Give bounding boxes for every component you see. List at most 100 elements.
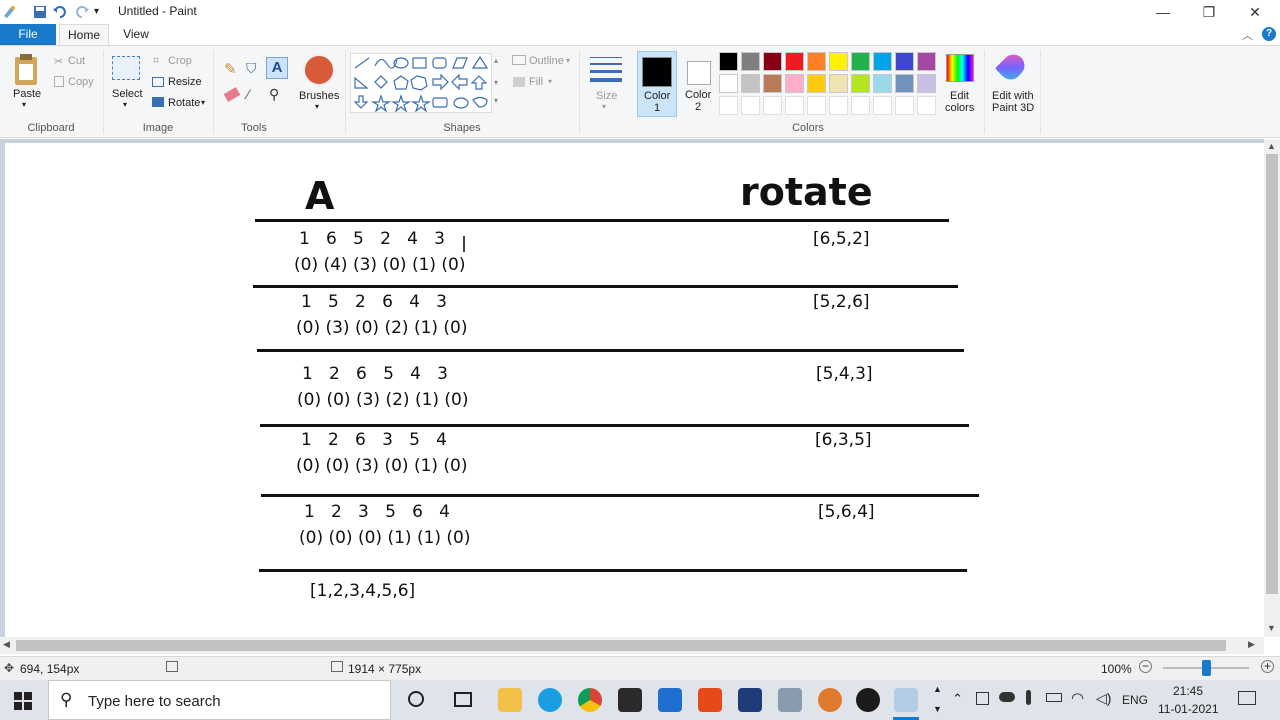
help-icon[interactable]: ? — [1262, 27, 1276, 41]
color-swatch[interactable] — [807, 74, 826, 93]
color-swatch[interactable] — [741, 74, 760, 93]
file-explorer-icon[interactable] — [498, 688, 522, 712]
custom-color-slot[interactable] — [917, 96, 936, 115]
color-swatch[interactable] — [917, 74, 936, 93]
scroll-right-icon[interactable]: ▶ — [1248, 639, 1255, 650]
pencil-icon[interactable]: ✎ — [224, 60, 237, 78]
color-swatch[interactable] — [851, 52, 870, 71]
chrome-icon[interactable] — [578, 688, 602, 712]
onedrive-icon[interactable] — [999, 692, 1015, 702]
paint-taskbar-icon[interactable] — [894, 688, 918, 712]
scroll-left-icon[interactable]: ◀ — [3, 639, 10, 650]
edit-with-paint3d-button[interactable]: Edit with Paint 3D — [988, 50, 1036, 118]
office-icon[interactable] — [698, 688, 722, 712]
scroll-tasks-up-icon[interactable]: ▲ — [933, 684, 942, 694]
color1-button[interactable]: Color 1 — [637, 51, 677, 117]
select-button[interactable]: Select ▾ — [110, 54, 144, 114]
customize-quick-access-icon[interactable]: ▾ — [94, 6, 110, 22]
collapse-ribbon-icon[interactable]: ︿ — [1242, 27, 1253, 43]
rotate-button[interactable]: Rotate — [168, 97, 200, 109]
eraser-icon[interactable] — [223, 87, 241, 102]
edit-colors-button[interactable]: Edit colors — [942, 52, 978, 118]
cut-button[interactable]: Cut — [68, 55, 85, 67]
save-icon[interactable] — [32, 4, 48, 20]
brushes-button[interactable]: Brushes ▾ — [297, 52, 341, 114]
color-swatch[interactable] — [829, 74, 848, 93]
fill-bucket-icon[interactable]: ⛉ — [246, 60, 257, 77]
shapes-gallery[interactable] — [350, 53, 492, 113]
color-swatch[interactable] — [917, 52, 936, 71]
zoom-slider-thumb[interactable] — [1202, 660, 1211, 676]
language-indicator[interactable]: ENG — [1122, 693, 1148, 707]
notifications-icon[interactable] — [1238, 691, 1256, 705]
copy-button[interactable]: Copy — [68, 76, 94, 88]
scroll-up-icon[interactable]: ▲ — [1267, 141, 1276, 151]
scroll-tasks-down-icon[interactable]: ▼ — [933, 704, 942, 714]
custom-color-slot[interactable] — [807, 96, 826, 115]
scroll-down-icon[interactable]: ▼ — [1267, 623, 1276, 633]
battery-icon[interactable] — [1046, 693, 1062, 702]
clock-time[interactable]: 21:45 — [1173, 684, 1203, 698]
vertical-scrollbar[interactable]: ▲ ▼ — [1264, 139, 1280, 637]
outline-button[interactable]: Outline — [529, 55, 564, 67]
custom-color-slot[interactable] — [829, 96, 848, 115]
volume-icon[interactable]: ◁) — [1096, 690, 1111, 707]
color-swatch[interactable] — [785, 52, 804, 71]
wifi-icon[interactable]: ◠ — [1071, 689, 1084, 707]
shapes-expand-icon[interactable]: ▾ — [494, 96, 498, 105]
obs-icon[interactable] — [856, 688, 880, 712]
custom-color-slot[interactable] — [741, 96, 760, 115]
crop-button[interactable]: Crop — [168, 55, 192, 67]
magnifier-icon[interactable]: ⚲ — [269, 86, 279, 103]
edge-icon[interactable] — [538, 688, 562, 712]
fill-button[interactable]: Fill — [529, 76, 543, 88]
horizontal-scrollbar[interactable]: ◀ ▶ — [0, 637, 1264, 654]
mail-icon[interactable] — [658, 688, 682, 712]
zoom-slider[interactable] — [1163, 660, 1249, 676]
windows-start-icon[interactable] — [14, 692, 32, 713]
custom-color-slot[interactable] — [763, 96, 782, 115]
color-swatch[interactable] — [763, 74, 782, 93]
color-swatch[interactable] — [807, 52, 826, 71]
color-picker-icon[interactable]: ⁄ — [247, 86, 249, 102]
color-swatch[interactable] — [719, 74, 738, 93]
task-view-icon[interactable] — [454, 692, 472, 707]
resize-button[interactable]: Resize — [168, 76, 202, 88]
custom-color-slot[interactable] — [719, 96, 738, 115]
dev-tool-icon[interactable] — [738, 688, 762, 712]
color-swatch[interactable] — [763, 52, 782, 71]
color-swatch[interactable] — [873, 52, 892, 71]
tab-home[interactable]: Home — [59, 24, 109, 45]
color-swatch[interactable] — [851, 74, 870, 93]
clock-date[interactable]: 11-01-2021 — [1158, 702, 1219, 716]
shapes-scroll-up-icon[interactable]: ▴ — [494, 56, 498, 65]
tray-app-icon[interactable] — [976, 692, 989, 705]
color-swatch[interactable] — [895, 52, 914, 71]
cortana-icon[interactable] — [408, 691, 424, 707]
maximize-button[interactable]: ❐ — [1186, 0, 1232, 24]
text-tool-icon[interactable]: A — [266, 57, 288, 79]
shapes-scroll-down-icon[interactable]: ▾ — [494, 78, 498, 87]
color-swatch[interactable] — [829, 52, 848, 71]
taskbar-search[interactable]: ⚲ Type here to search — [48, 680, 391, 720]
tab-view[interactable]: View — [113, 24, 159, 45]
custom-color-slot[interactable] — [873, 96, 892, 115]
custom-color-slot[interactable] — [895, 96, 914, 115]
file-tab[interactable]: File — [0, 24, 56, 45]
size-button[interactable]: Size ▾ — [587, 54, 625, 116]
vertical-scroll-thumb[interactable] — [1266, 154, 1278, 594]
minimize-button[interactable]: — — [1140, 0, 1186, 24]
color-swatch[interactable] — [895, 74, 914, 93]
zoom-out-button[interactable]: − — [1139, 660, 1152, 673]
color-swatch[interactable] — [741, 52, 760, 71]
drawing-canvas[interactable]: A rotate 1 6 5 2 4 3 (0) (4) (3) (0) (1)… — [5, 143, 1264, 637]
microsoft-store-icon[interactable] — [618, 688, 642, 712]
paste-button[interactable]: Paste ▾ — [8, 52, 46, 112]
custom-color-slot[interactable] — [851, 96, 870, 115]
jupyter-icon[interactable] — [818, 688, 842, 712]
zoom-in-button[interactable]: + — [1261, 660, 1274, 673]
close-button[interactable]: ✕ — [1232, 0, 1278, 24]
horizontal-scroll-thumb[interactable] — [16, 640, 1226, 651]
color-swatch[interactable] — [785, 74, 804, 93]
custom-color-slot[interactable] — [785, 96, 804, 115]
